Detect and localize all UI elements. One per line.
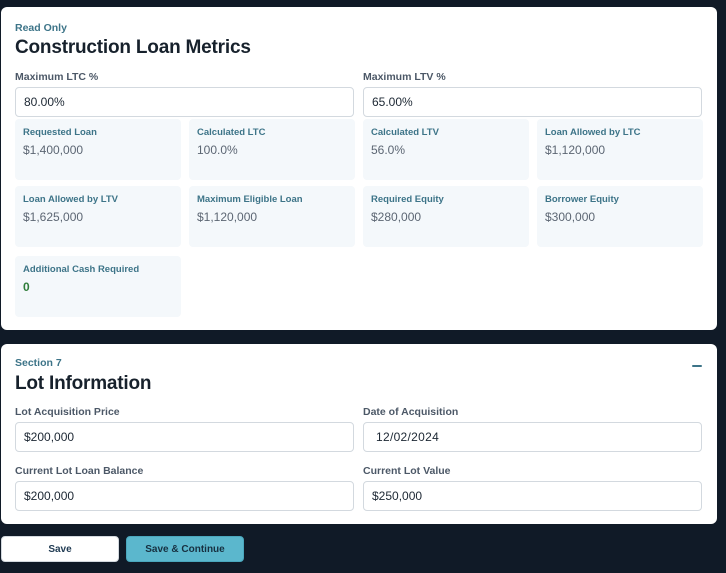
metric-loan-allowed-by-ltv: Loan Allowed by LTV $1,625,000 <box>15 186 181 247</box>
metric-value: $1,625,000 <box>23 210 84 224</box>
construction-loan-metrics-card: Read Only Construction Loan Metrics Maxi… <box>1 7 717 330</box>
metric-label: Borrower Equity <box>545 194 619 205</box>
section-number-label: Section 7 <box>15 357 62 369</box>
metric-maximum-eligible-loan: Maximum Eligible Loan $1,120,000 <box>189 186 355 247</box>
metric-value: 100.0% <box>197 143 238 157</box>
minus-icon[interactable] <box>691 358 703 370</box>
current-lot-value-input[interactable] <box>363 481 702 511</box>
metric-value: $1,400,000 <box>23 143 84 157</box>
max-ltv-input[interactable] <box>363 87 702 117</box>
metric-label: Maximum Eligible Loan <box>197 194 303 205</box>
lot-information-card: Section 7 Lot Information Lot Acquisitio… <box>1 344 717 524</box>
metric-value: $280,000 <box>371 210 422 224</box>
metric-value: 0 <box>23 280 30 294</box>
metric-calculated-ltv: Calculated LTV 56.0% <box>363 119 529 180</box>
lot-acquisition-price-label: Lot Acquisition Price <box>15 406 120 418</box>
metric-label: Loan Allowed by LTV <box>23 194 118 205</box>
current-lot-loan-balance-input[interactable] <box>15 481 354 511</box>
section-title: Lot Information <box>15 373 152 394</box>
metric-additional-cash-required: Additional Cash Required 0 <box>15 256 181 317</box>
save-and-continue-button[interactable]: Save & Continue <box>126 536 244 562</box>
metric-label: Requested Loan <box>23 127 97 138</box>
metric-label: Calculated LTV <box>371 127 439 138</box>
metric-calculated-ltc: Calculated LTC 100.0% <box>189 119 355 180</box>
metric-value: $1,120,000 <box>545 143 606 157</box>
metric-label: Additional Cash Required <box>23 264 140 275</box>
save-button[interactable]: Save <box>1 536 119 562</box>
current-lot-loan-balance-label: Current Lot Loan Balance <box>15 465 144 477</box>
metric-value: 56.0% <box>371 143 406 157</box>
date-of-acquisition-input[interactable] <box>363 422 702 452</box>
current-lot-value-label: Current Lot Value <box>363 465 451 477</box>
metric-loan-allowed-by-ltc: Loan Allowed by LTC $1,120,000 <box>537 119 703 180</box>
metric-required-equity: Required Equity $280,000 <box>363 186 529 247</box>
max-ltc-input[interactable] <box>15 87 354 117</box>
metric-borrower-equity: Borrower Equity $300,000 <box>537 186 703 247</box>
metric-value: $300,000 <box>545 210 596 224</box>
metric-label: Required Equity <box>371 194 444 205</box>
metric-label: Calculated LTC <box>197 127 266 138</box>
read-only-label: Read Only <box>15 22 67 34</box>
section-title: Construction Loan Metrics <box>15 37 251 58</box>
metric-label: Loan Allowed by LTC <box>545 127 641 138</box>
max-ltv-label: Maximum LTV % <box>363 71 446 83</box>
max-ltc-label: Maximum LTC % <box>15 71 99 83</box>
metric-requested-loan: Requested Loan $1,400,000 <box>15 119 181 180</box>
lot-acquisition-price-input[interactable] <box>15 422 354 452</box>
date-of-acquisition-label: Date of Acquisition <box>363 406 459 418</box>
metric-value: $1,120,000 <box>197 210 258 224</box>
